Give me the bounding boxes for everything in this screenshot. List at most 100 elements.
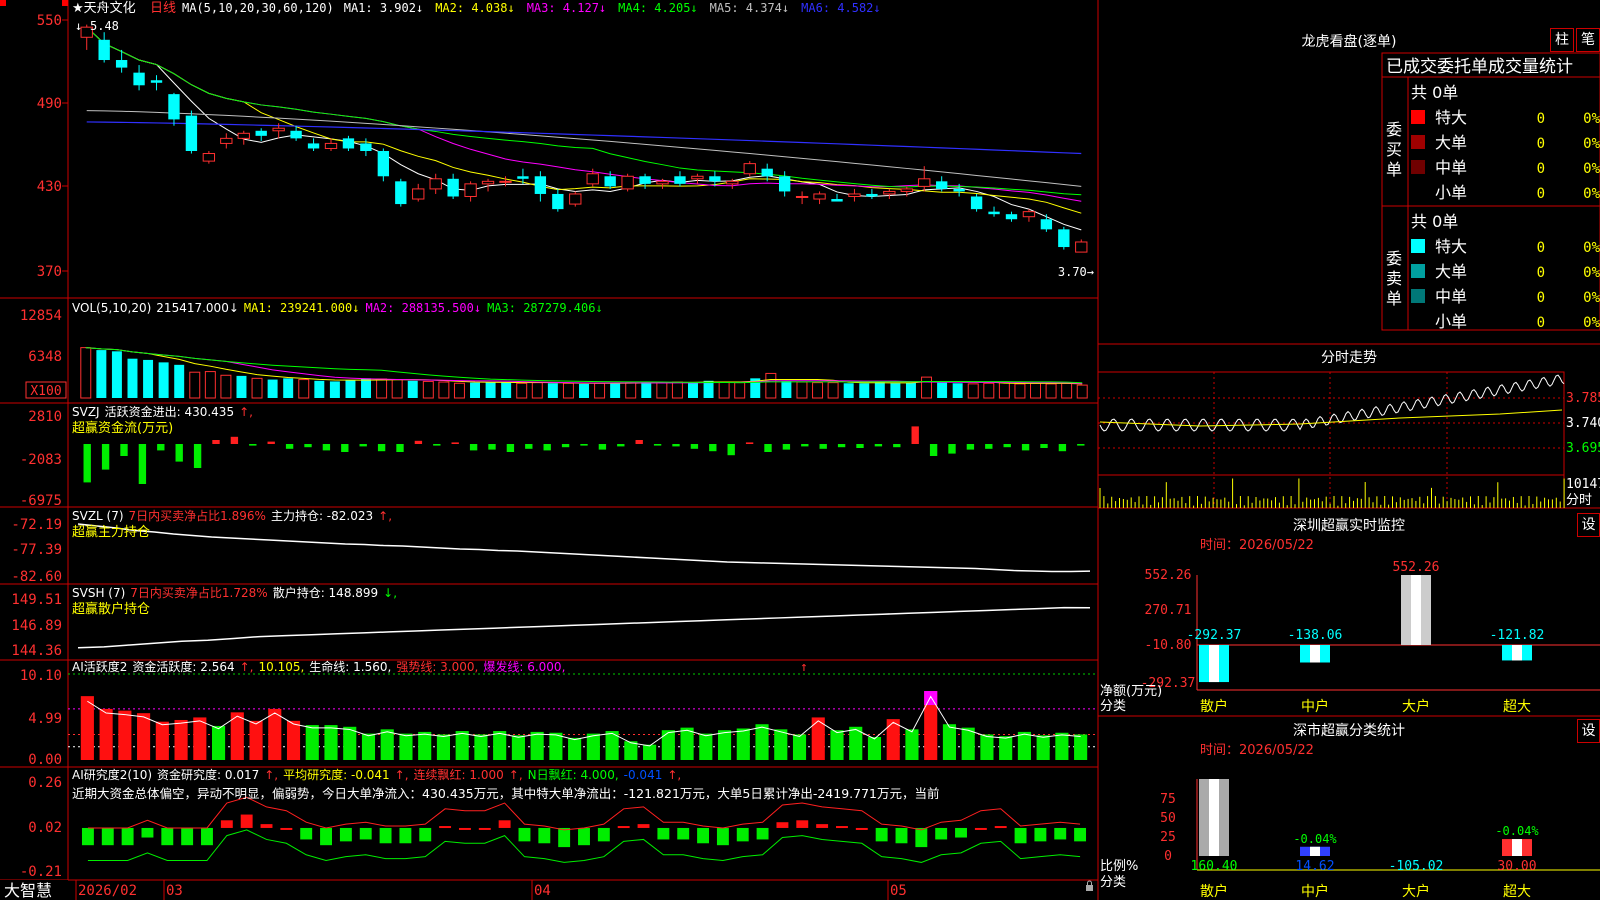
main-position-line	[77, 523, 1091, 573]
svzj-subtitle: 超赢资金流(万元)	[72, 420, 173, 436]
svsh-y-tick: 144.36	[11, 643, 62, 659]
volume-bar	[890, 383, 901, 398]
research-bar	[617, 826, 630, 829]
flow-bar	[359, 444, 367, 447]
ai-research-header-2: ↑,	[264, 768, 278, 782]
research-bar	[935, 827, 948, 840]
sell-row-count: 0	[1537, 265, 1545, 281]
sell-row-name: 大单	[1435, 262, 1467, 281]
research-bar	[141, 827, 154, 838]
activity-bar	[905, 729, 919, 760]
activity-bar	[455, 731, 469, 760]
sz-monitor-settings-button[interactable]: 设	[1577, 513, 1600, 537]
activity-bar	[586, 733, 600, 760]
candle-up	[220, 137, 233, 144]
flow-bar	[175, 444, 183, 462]
research-bar	[637, 824, 650, 828]
vol-ma-value: MA1: 239241.000↓	[244, 301, 360, 315]
volume-bar	[96, 350, 107, 398]
research-bar	[915, 827, 928, 848]
research-bar	[161, 827, 174, 846]
volume-bar	[251, 377, 263, 399]
activity-bar	[792, 734, 807, 760]
research-bar	[439, 826, 452, 829]
volume-bar	[391, 379, 403, 399]
activity-bar	[680, 727, 694, 760]
candle-down	[970, 196, 983, 210]
x-tick-label: 05	[890, 883, 907, 899]
flow-bar	[893, 444, 901, 448]
activity-bar	[999, 736, 1013, 760]
activity-bar	[511, 735, 525, 760]
research-bar	[1014, 827, 1027, 844]
vol-header-1: 215417.000↓	[156, 301, 239, 315]
ai-research-header-4: ↑,	[395, 768, 409, 782]
buy-row-pct: 0%	[1583, 186, 1600, 202]
candle-up	[726, 180, 739, 185]
research-bar	[955, 827, 967, 838]
flow-bar	[985, 444, 993, 449]
flow-bar	[285, 444, 294, 449]
svzj-header-1: 活跃资金进出: 430.435	[105, 404, 234, 419]
activity-bar	[193, 717, 207, 760]
candle-down	[115, 60, 128, 68]
volume-bar	[361, 378, 372, 398]
flow-bar	[635, 440, 643, 444]
flow-bar	[451, 442, 459, 444]
sell-side-char: 委	[1386, 249, 1402, 268]
flow-bar	[1058, 444, 1067, 452]
volume-bar	[345, 380, 356, 398]
sz-monitor-bar-highlight	[1512, 645, 1522, 661]
candle-up	[883, 190, 896, 195]
candle-up	[1022, 211, 1036, 218]
volume-bar	[983, 382, 995, 399]
candle-up	[324, 142, 338, 149]
sell-row-name: 特大	[1435, 237, 1467, 256]
candle-up	[272, 127, 285, 132]
ai-research-header-7: N日飘红: 4.000,	[528, 767, 619, 782]
svsh-y-tick: 146.89	[11, 618, 62, 634]
candle-down	[1058, 229, 1070, 248]
candle-down	[988, 211, 1000, 215]
flow-bar	[120, 444, 128, 456]
ma1-line	[86, 26, 1082, 231]
volume-bar	[952, 383, 963, 398]
ai-research-y-tick: -0.21	[20, 864, 62, 880]
volume-bar	[812, 382, 824, 399]
flow-bar	[469, 444, 478, 451]
candle-down	[168, 94, 180, 120]
activity-bar	[830, 730, 844, 760]
retail-position-line	[77, 606, 1091, 649]
buy-color-swatch	[1411, 135, 1425, 149]
activity-bar	[661, 730, 675, 760]
volume-bar	[796, 381, 808, 399]
intraday-price-low: 3.695	[1566, 441, 1600, 456]
sell-row-name: 中单	[1435, 287, 1467, 306]
flow-bar	[727, 444, 735, 456]
price-y-tick: 430	[37, 179, 62, 195]
research-bar	[994, 826, 1007, 829]
flow-bar	[230, 436, 239, 444]
activity-bar	[1074, 734, 1088, 760]
buy-row-pct: 0%	[1583, 111, 1600, 127]
activity-bar	[286, 720, 301, 760]
ma-value-3: MA3: 4.127↓	[527, 1, 606, 15]
tick-mode-button[interactable]: 笔	[1576, 28, 1600, 52]
candle-down	[604, 176, 616, 187]
sell-row-pct: 0%	[1583, 265, 1600, 281]
research-comment: 近期大资金总体偏空，异动不明显，偏弱势，今日大单净流入：430.435万元，其中…	[72, 786, 940, 801]
ai-active-y-tick: 0.00	[28, 752, 62, 768]
ma-value-2: MA2: 4.038↓	[435, 1, 514, 15]
svzl-header-0: SVZL (7)	[72, 509, 124, 523]
candle-down	[831, 199, 843, 202]
research-red-line	[87, 796, 1081, 831]
flow-bar	[745, 442, 754, 444]
bar-mode-button[interactable]: 柱	[1550, 28, 1574, 52]
sz-monitor-y-tick: 270.71	[1145, 603, 1192, 618]
candle-down	[377, 151, 390, 177]
ai-research-header-1: 资金研究度: 0.017	[157, 767, 259, 782]
ai-research-header-8: -0.041	[624, 768, 663, 782]
activity-bar	[717, 730, 732, 760]
sell-row-count: 0	[1537, 290, 1545, 306]
sz-classify-settings-button[interactable]: 设	[1577, 719, 1600, 743]
